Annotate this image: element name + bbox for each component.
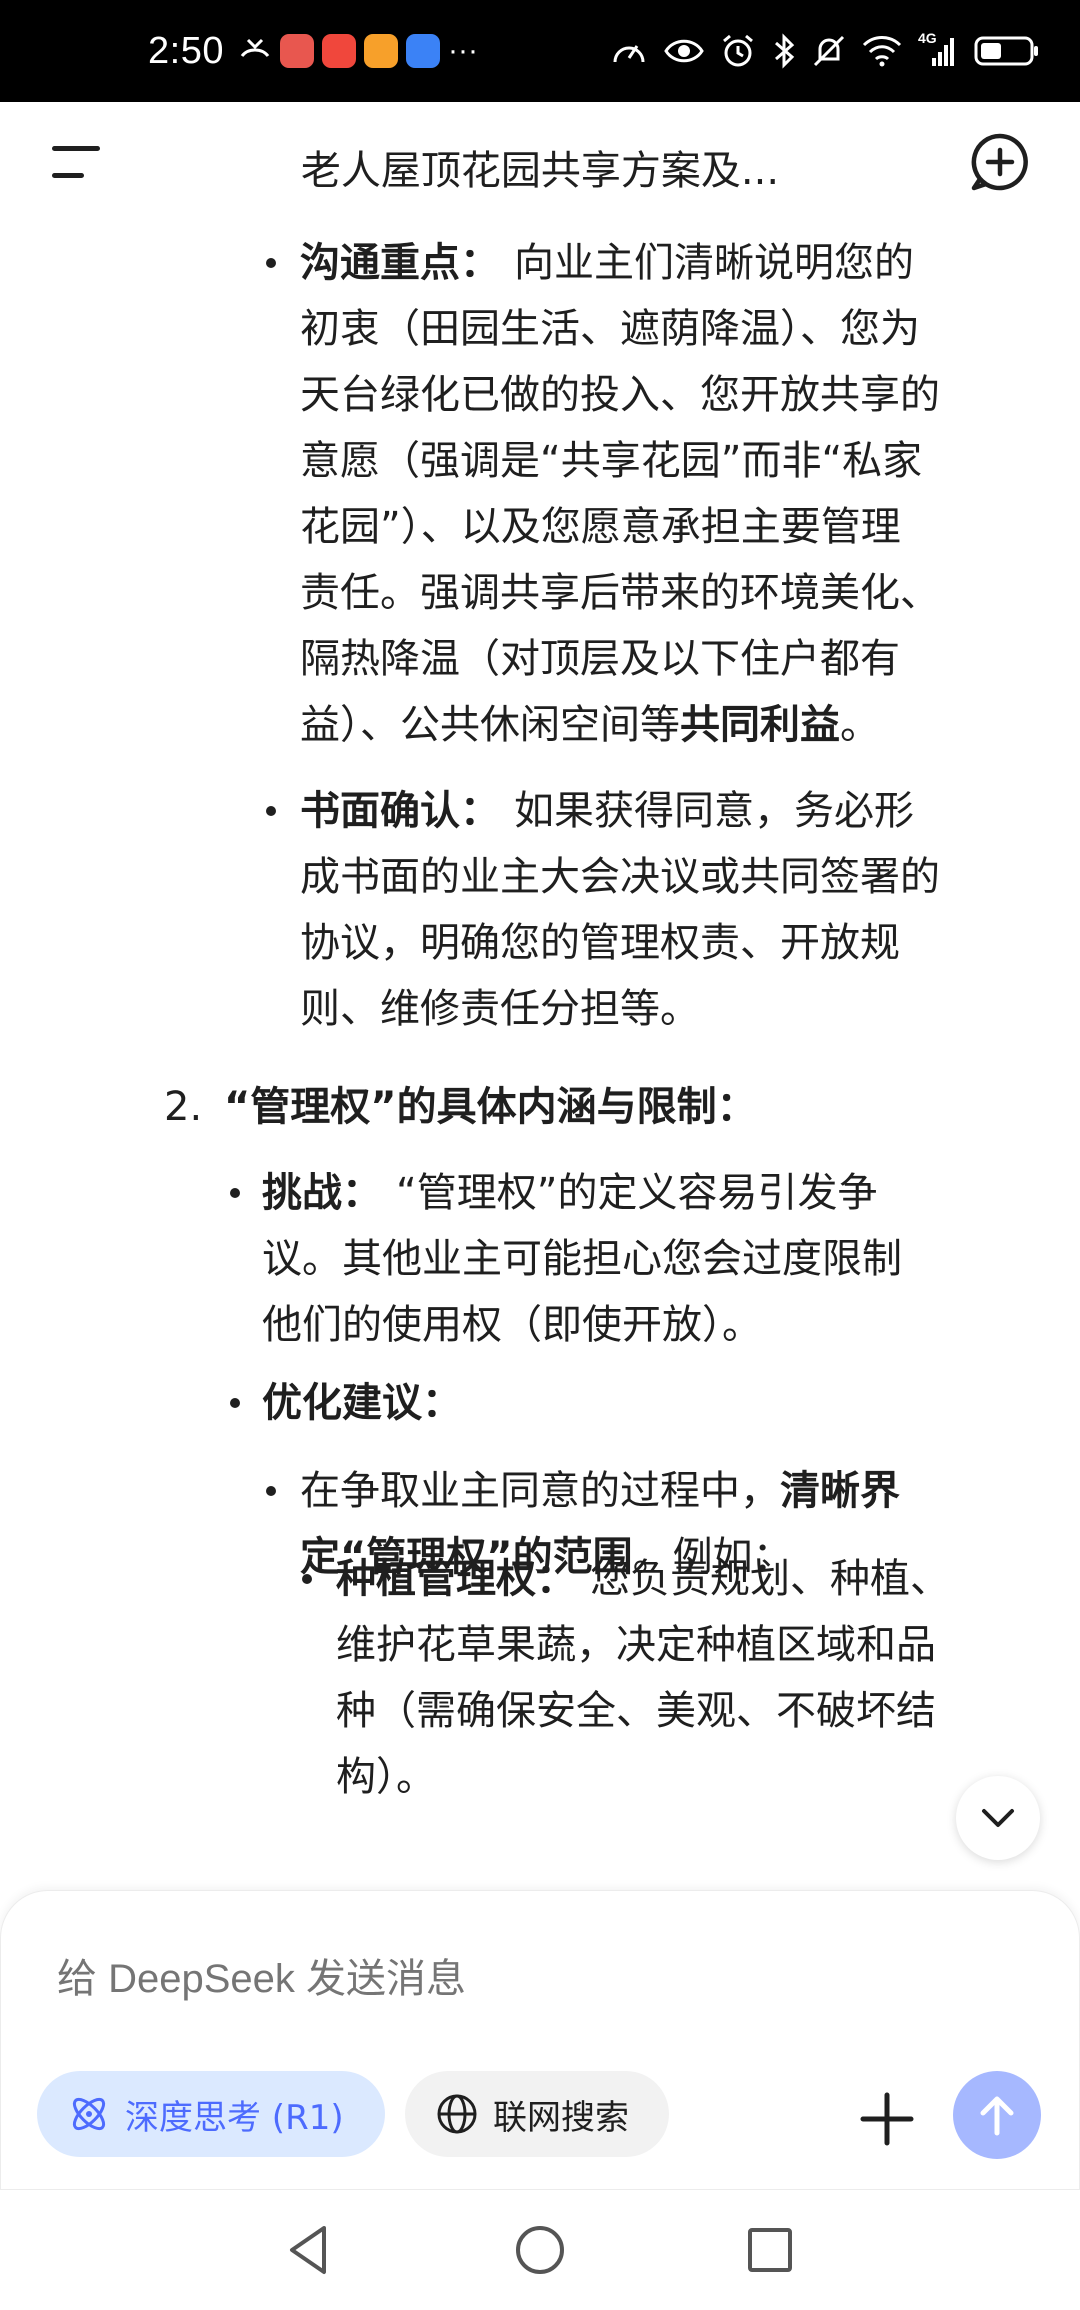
app-orange-icon — [363, 34, 398, 68]
bullet-suggestion: 优化建议： — [262, 1380, 462, 1426]
attach-plus-icon[interactable] — [857, 2089, 917, 2149]
bullet-dot — [302, 1574, 312, 1584]
bullet-label: 书面确认： — [300, 788, 500, 834]
chevron-down-icon — [982, 1809, 1014, 1827]
bullet-dot — [230, 1188, 240, 1198]
wifi-icon — [862, 36, 902, 67]
scroll-to-bottom-button[interactable] — [956, 1776, 1040, 1860]
section-number: 2. — [164, 1084, 203, 1130]
status-bar: 2:50 ··· 4G — [0, 0, 1080, 102]
mute-icon — [813, 35, 845, 67]
bluetooth-icon — [775, 33, 795, 69]
alarm-icon — [723, 34, 753, 67]
eye-icon — [664, 39, 704, 63]
bullet-challenge: 挑战： “管理权”的定义容易引发争 议。其他业主可能担心您会过度限制 他们的使用权… — [262, 1170, 902, 1348]
app-red-icon — [321, 34, 356, 68]
app-blue-icon — [405, 34, 440, 68]
deep-think-label: 深度思考 (R1) — [125, 2097, 344, 2138]
bullet-label: 种植管理权： — [336, 1556, 576, 1602]
system-navigation-bar — [0, 2190, 1080, 2310]
notification-icons: ··· — [238, 34, 478, 68]
missed-call-icon — [240, 38, 270, 58]
bullet-label: 挑战： — [262, 1170, 382, 1216]
bullet-communication-focus: 沟通重点： 向业主们清晰说明您的 初衷（田园生活、遮荫降温）、您为 天台绿化已做的… — [300, 240, 940, 748]
bullet-dot — [266, 1486, 276, 1496]
section-title: “管理权”的具体内涵与限制： — [224, 1084, 757, 1130]
message-composer: 深度思考 (R1) 联网搜索 — [0, 1890, 1080, 2190]
battery-icon — [974, 36, 1038, 66]
bullet-label: 沟通重点： — [300, 240, 500, 286]
atom-icon — [72, 2097, 106, 2131]
web-search-label: 联网搜索 — [493, 2097, 629, 2138]
chat-header: 老人屋顶花园共享方案及... — [0, 102, 1080, 222]
speed-icon — [613, 45, 645, 63]
bold-text: 共同利益 — [680, 702, 840, 748]
home-icon[interactable] — [510, 2220, 570, 2280]
bullet-dot — [230, 1398, 240, 1408]
more-notifications-icon: ··· — [447, 34, 478, 67]
bullet-written-confirmation: 书面确认： 如果获得同意，务必形 成书面的业主大会决议或共同签署的 协议，明确您的… — [300, 788, 940, 1032]
sub-bullet-planting-rights: 种植管理权： 您负责规划、种植、 维护花草果蔬，决定种植区域和品 种（需确保安全、… — [336, 1556, 950, 1800]
signal-icon: 4G — [918, 30, 958, 68]
message-content: 沟通重点： 向业主们清晰说明您的 初衷（田园生活、遮荫降温）、您为 天台绿化已做的… — [0, 222, 1080, 1890]
app-red-icon — [279, 34, 314, 68]
globe-icon — [437, 2094, 477, 2134]
bullet-dot — [266, 258, 276, 268]
web-search-toggle[interactable]: 联网搜索 — [405, 2071, 669, 2157]
system-icons: 4G — [610, 30, 1040, 69]
status-time: 2:50 — [148, 29, 224, 72]
back-icon[interactable] — [280, 2220, 340, 2280]
bullet-dot — [266, 806, 276, 816]
new-chat-icon[interactable] — [970, 132, 1030, 192]
arrow-up-icon — [980, 2096, 1014, 2136]
send-button[interactable] — [953, 2071, 1041, 2159]
message-input[interactable] — [57, 1951, 957, 2007]
deep-think-toggle[interactable]: 深度思考 (R1) — [37, 2071, 385, 2157]
chat-title[interactable]: 老人屋顶花园共享方案及... — [0, 138, 1080, 196]
recents-icon[interactable] — [740, 2220, 800, 2280]
